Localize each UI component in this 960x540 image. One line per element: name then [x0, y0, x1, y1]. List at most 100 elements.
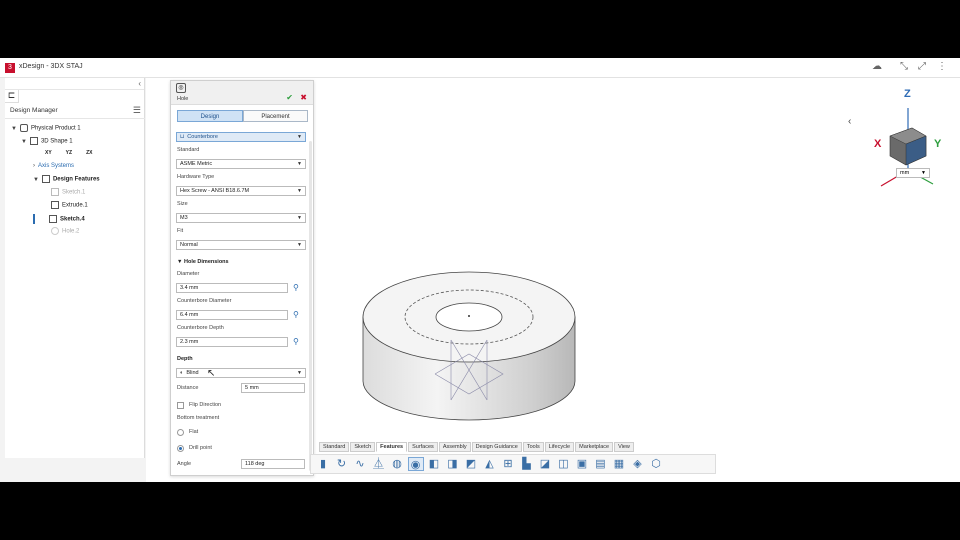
collapse-icon[interactable]: ‹	[138, 79, 141, 88]
tab-assembly[interactable]: Assembly	[438, 442, 471, 452]
diameter-field[interactable]: 3.4 mm	[176, 283, 288, 293]
replace-icon[interactable]: ▦	[611, 457, 627, 471]
tab-surfaces[interactable]: Surfaces	[408, 442, 438, 452]
hole-icon[interactable]: ◍	[389, 457, 405, 471]
fillet-icon[interactable]: ◉	[407, 457, 424, 471]
chevron-down-icon: ▼	[297, 161, 302, 167]
cb-diameter-label: Counterbore Diameter	[177, 298, 232, 304]
sketch-icon	[51, 188, 59, 196]
hole-dimensions-section[interactable]: ▼ Hole Dimensions	[177, 259, 229, 265]
extrude-icon[interactable]: ▮	[315, 457, 331, 471]
blind-icon: ◐	[180, 370, 184, 376]
thicken-icon[interactable]: ▣	[574, 457, 590, 471]
measure-icon[interactable]: ⚲	[293, 310, 303, 320]
app-title: xDesign - 3DX STAJ	[19, 63, 83, 70]
depth-type-select[interactable]: ◐ Blind ▼	[176, 368, 306, 378]
tree-item-axis-systems[interactable]: › Axis Systems	[33, 163, 74, 169]
section-title: Hole Dimensions	[183, 259, 229, 265]
check-icon[interactable]: ✔	[286, 93, 293, 102]
fit-select[interactable]: Normal ▼	[176, 240, 306, 250]
tab-view[interactable]: View	[614, 442, 634, 452]
collapsed-arrow-icon[interactable]: ›	[33, 163, 35, 169]
tab-lifecycle[interactable]: Lifecycle	[544, 442, 575, 452]
flat-radio[interactable]	[177, 429, 184, 436]
measure-icon[interactable]: ⚲	[293, 283, 303, 293]
xy-plane-icon[interactable]: XY	[45, 150, 52, 156]
size-label: Size	[177, 201, 188, 207]
chevron-down-icon: ▼	[297, 134, 302, 140]
tree-item-design-features[interactable]: ▼ Design Features	[33, 175, 100, 183]
measure-icon[interactable]: ⚲	[293, 337, 303, 347]
fit-value: Normal	[180, 242, 198, 248]
hole-type-value: Counterbore	[187, 134, 218, 140]
hole-center-point	[468, 315, 470, 317]
size-select[interactable]: M3 ▼	[176, 213, 306, 223]
revolve-icon[interactable]: ↻	[334, 457, 350, 471]
tree-item-3d-shape[interactable]: ▼ 3D Shape 1	[21, 137, 73, 145]
product-icon	[19, 124, 28, 132]
mouse-cursor-icon: ↖	[207, 368, 216, 379]
chamfer-icon[interactable]: ◧	[426, 457, 442, 471]
tab-features[interactable]: Features	[376, 442, 408, 452]
dialog-scrollbar[interactable]	[309, 141, 312, 471]
tab-marketplace[interactable]: Marketplace	[575, 442, 614, 452]
pattern-icon[interactable]: ⊞	[500, 457, 516, 471]
distance-field[interactable]: 5 mm	[241, 383, 305, 393]
tab-placement[interactable]: Placement	[243, 110, 308, 122]
expand-arrow-icon[interactable]: ▼	[21, 139, 27, 145]
flip-direction-checkbox[interactable]	[177, 402, 184, 409]
shell-icon[interactable]: ◨	[445, 457, 461, 471]
menu-icon[interactable]: ⋮	[935, 61, 949, 72]
standard-select[interactable]: ASME Metric ▼	[176, 159, 306, 169]
hamburger-icon[interactable]: ☰	[133, 105, 141, 116]
shape-icon	[29, 137, 38, 145]
tree-tab-icon[interactable]: ⊏	[5, 90, 19, 103]
yz-plane-icon[interactable]: YZ	[66, 150, 72, 156]
drill-point-radio[interactable]	[177, 445, 184, 452]
split-icon[interactable]: ◪	[537, 457, 553, 471]
mirror-icon[interactable]: ◭	[482, 457, 498, 471]
chevron-left-icon[interactable]: ‹	[848, 116, 851, 127]
tree-label: Design Features	[52, 176, 100, 183]
close-icon[interactable]: ✖	[300, 93, 307, 102]
plane-icons-row: XY YZ ZX	[45, 150, 92, 156]
restore-icon[interactable]: ⤡	[897, 61, 911, 72]
expand-arrow-icon[interactable]: ▼	[33, 177, 39, 183]
unit-value: mm	[900, 170, 910, 176]
boolean-icon[interactable]: ◫	[556, 457, 572, 471]
tab-tools[interactable]: Tools	[522, 442, 544, 452]
rib-icon[interactable]: ▙	[519, 457, 535, 471]
hole-type-select[interactable]: ⊔ Counterbore ▼	[176, 132, 306, 142]
expand-arrow-icon[interactable]: ▼	[11, 126, 17, 132]
app-logo: 3	[5, 63, 15, 73]
tree-item-sketch-4[interactable]: Sketch.4	[33, 214, 85, 224]
bottom-treatment-label: Bottom treatment	[177, 415, 220, 421]
tab-design-guidance[interactable]: Design Guidance	[471, 442, 522, 452]
hardware-select[interactable]: Hex Screw - ANSI B18.6.7M ▼	[176, 186, 306, 196]
thread-icon[interactable]: ◈	[630, 457, 646, 471]
tab-sketch[interactable]: Sketch	[350, 442, 376, 452]
standard-value: ASME Metric	[180, 161, 213, 167]
unit-select[interactable]: mm ▼	[896, 168, 930, 178]
drill-point-label: Drill point	[189, 445, 212, 451]
chevron-down-icon: ▼	[921, 170, 926, 176]
tab-design[interactable]: Design	[177, 110, 243, 122]
cb-depth-field[interactable]: 2.3 mm	[176, 337, 288, 347]
cloud-icon[interactable]: ☁	[870, 61, 884, 72]
loft-icon[interactable]: ⏅	[371, 457, 387, 471]
tree-item-hole-2[interactable]: Hole.2	[51, 227, 79, 235]
offset-icon[interactable]: ▤	[593, 457, 609, 471]
sweep-icon[interactable]: ∿	[352, 457, 368, 471]
tree-item-physical-product[interactable]: ▼ Physical Product 1	[11, 124, 81, 132]
zx-plane-icon[interactable]: ZX	[86, 150, 92, 156]
cb-diameter-field[interactable]: 6.4 mm	[176, 310, 288, 320]
expand-icon[interactable]: ⤢	[915, 61, 929, 72]
draft-icon[interactable]: ◩	[463, 457, 479, 471]
more-icon[interactable]: ⬡	[648, 457, 664, 471]
angle-field[interactable]: 118 deg	[241, 459, 305, 469]
features-icon	[41, 175, 50, 183]
tree-item-sketch-1[interactable]: Sketch.1	[51, 188, 85, 196]
tree-item-extrude-1[interactable]: Extrude.1	[51, 201, 88, 209]
design-manager-header: Design Manager ☰	[5, 103, 145, 119]
tab-standard[interactable]: Standard	[319, 442, 350, 452]
